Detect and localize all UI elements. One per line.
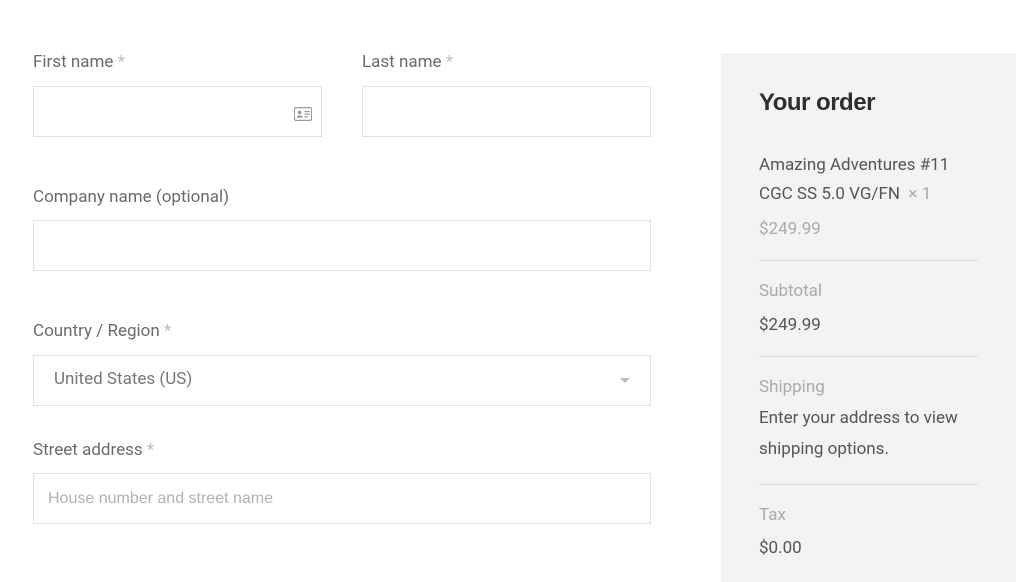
- shipping-note: Enter your address to view shipping opti…: [759, 403, 978, 466]
- last-name-input[interactable]: [362, 86, 651, 137]
- company-input[interactable]: [33, 220, 651, 271]
- country-selected-value: United States (US): [54, 367, 192, 393]
- required-mark: *: [147, 440, 154, 460]
- required-mark: *: [164, 321, 171, 341]
- billing-form: First name * Last name *: [33, 50, 651, 582]
- item-price: $249.99: [759, 217, 978, 243]
- tax-label: Tax: [759, 503, 978, 529]
- order-title: Your order: [759, 85, 978, 121]
- last-name-field: Last name *: [362, 50, 651, 137]
- street-input[interactable]: [33, 473, 651, 524]
- company-label: Company name (optional): [33, 185, 651, 211]
- order-summary: Your order Amazing Adventures #11 CGC SS…: [721, 53, 1016, 582]
- item-quantity: × 1: [908, 184, 931, 204]
- tax-value: $0.00: [759, 536, 978, 562]
- divider: [759, 484, 978, 485]
- last-name-label: Last name *: [362, 50, 651, 76]
- required-mark: *: [446, 52, 453, 72]
- divider: [759, 356, 978, 357]
- subtotal-value: $249.99: [759, 313, 978, 339]
- shipping-row: Shipping Enter your address to view ship…: [759, 375, 978, 465]
- subtotal-row: Subtotal $249.99: [759, 279, 978, 338]
- first-name-field: First name *: [33, 50, 322, 137]
- subtotal-label: Subtotal: [759, 279, 978, 305]
- country-field: Country / Region * United States (US): [33, 319, 651, 406]
- country-label: Country / Region *: [33, 319, 651, 345]
- first-name-input[interactable]: [33, 86, 322, 137]
- order-line-item: Amazing Adventures #11 CGC SS 5.0 VG/FN …: [759, 151, 978, 242]
- street-label: Street address *: [33, 438, 651, 464]
- street-field: Street address *: [33, 438, 651, 525]
- required-mark: *: [118, 52, 125, 72]
- company-field: Company name (optional): [33, 185, 651, 272]
- first-name-label: First name *: [33, 50, 322, 76]
- country-select[interactable]: United States (US): [33, 355, 651, 406]
- shipping-label: Shipping: [759, 375, 978, 401]
- divider: [759, 260, 978, 261]
- chevron-down-icon: [620, 378, 630, 383]
- tax-row: Tax $0.00: [759, 503, 978, 562]
